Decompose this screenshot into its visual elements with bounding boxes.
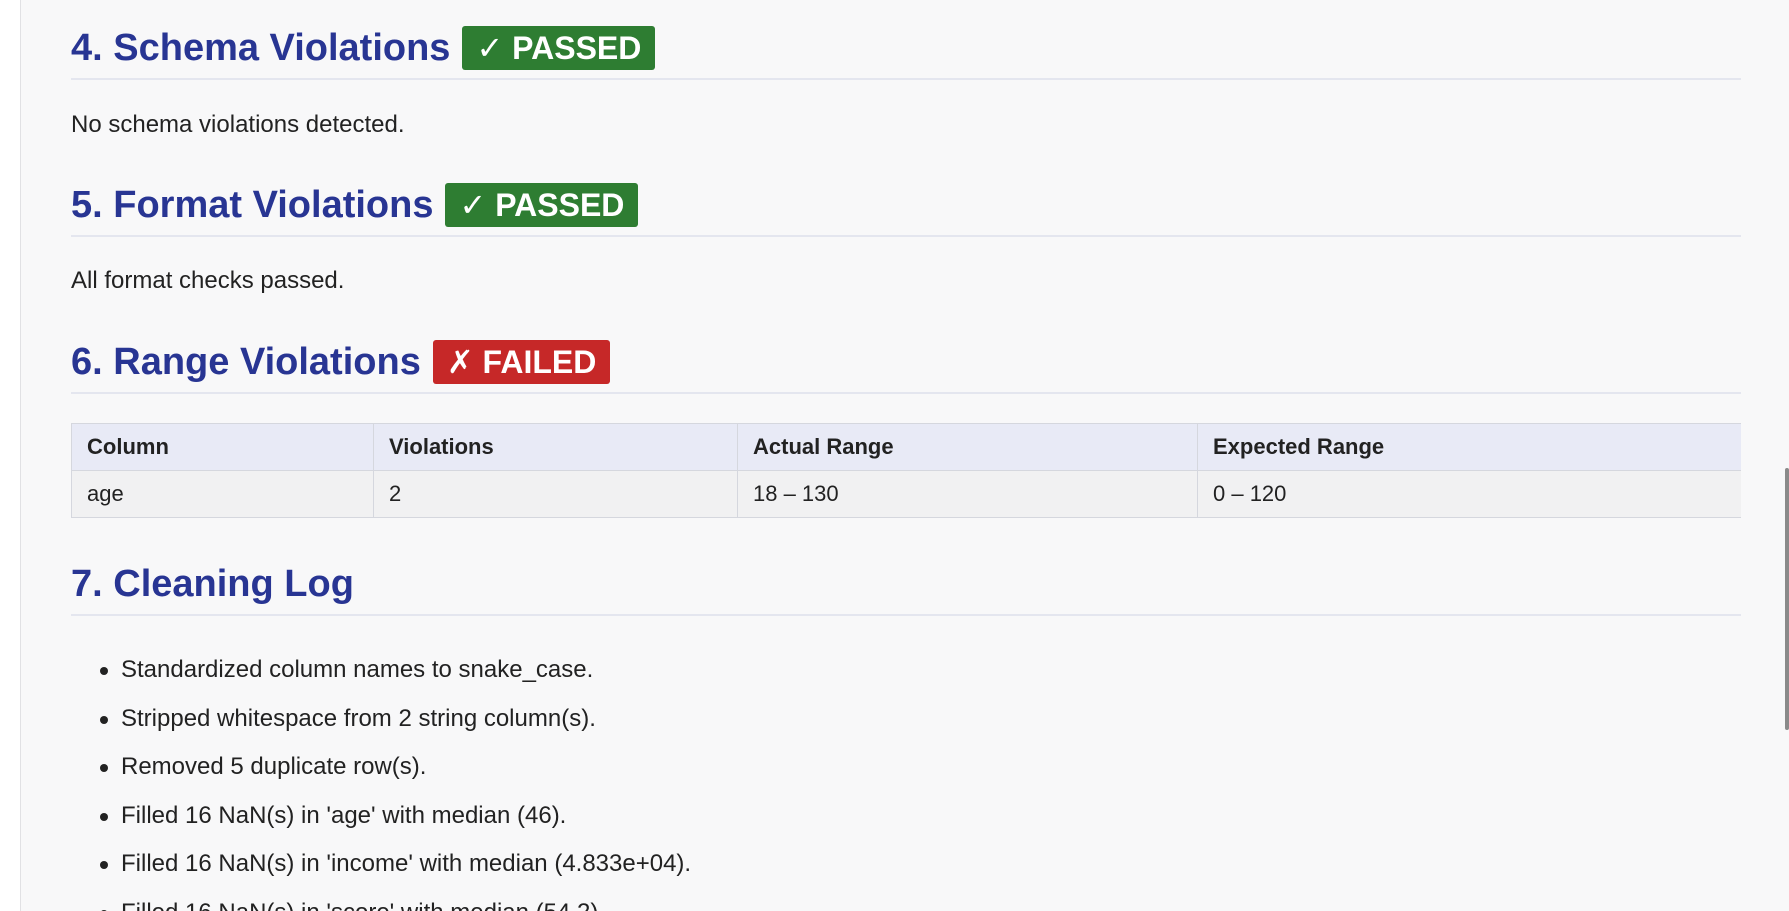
schema-violations-text: No schema violations detected. xyxy=(71,111,405,138)
table-header-row: Column Violations Actual Range Expected … xyxy=(71,423,1741,471)
page-left-border xyxy=(0,0,21,911)
vertical-scrollbar-thumb[interactable] xyxy=(1785,468,1789,730)
column-header-expected-range: Expected Range xyxy=(1197,423,1741,471)
cell-expected-range: 0 – 120 xyxy=(1197,470,1741,518)
cell-violations: 2 xyxy=(373,470,738,518)
list-item: Filled 16 NaN(s) in 'income' with median… xyxy=(100,849,1741,898)
range-violations-table: Column Violations Actual Range Expected … xyxy=(71,423,1741,518)
schema-section: 4. Schema Violations ✓ PASSED xyxy=(71,24,1741,80)
range-violations-heading: 6. Range Violations ✗ FAILED xyxy=(71,338,1741,394)
format-violations-text: All format checks passed. xyxy=(71,267,345,294)
column-header-violations: Violations xyxy=(373,423,738,471)
cleaning-log-title: 7. Cleaning Log xyxy=(71,563,354,605)
format-passed-badge: ✓ PASSED xyxy=(445,183,639,227)
cleaning-log-list: Standardized column names to snake_case.… xyxy=(71,655,1741,911)
list-item: Removed 5 duplicate row(s). xyxy=(100,752,1741,801)
range-failed-badge: ✗ FAILED xyxy=(432,340,611,384)
table-row: age 2 18 – 130 0 – 120 xyxy=(71,470,1741,518)
format-violations-heading: 5. Format Violations ✓ PASSED xyxy=(71,181,1741,237)
format-violations-title: 5. Format Violations xyxy=(71,184,434,226)
list-item: Standardized column names to snake_case. xyxy=(100,655,1741,704)
schema-violations-title: 4. Schema Violations xyxy=(71,27,451,69)
cleaning-section: 7. Cleaning Log xyxy=(71,560,1741,616)
column-header-actual-range: Actual Range xyxy=(737,423,1198,471)
column-header-column: Column xyxy=(71,423,374,471)
schema-passed-badge: ✓ PASSED xyxy=(462,26,656,70)
list-item: Filled 16 NaN(s) in 'age' with median (4… xyxy=(100,801,1741,850)
cell-actual-range: 18 – 130 xyxy=(737,470,1198,518)
range-violations-title: 6. Range Violations xyxy=(71,341,421,383)
report-content: 4. Schema Violations ✓ PASSED No schema … xyxy=(71,0,1741,911)
list-item: Stripped whitespace from 2 string column… xyxy=(100,704,1741,753)
schema-violations-heading: 4. Schema Violations ✓ PASSED xyxy=(71,24,1741,80)
format-section: 5. Format Violations ✓ PASSED xyxy=(71,181,1741,237)
cell-column: age xyxy=(71,470,374,518)
list-item: Filled 16 NaN(s) in 'score' with median … xyxy=(100,898,1741,911)
cleaning-log-heading: 7. Cleaning Log xyxy=(71,560,1741,616)
range-section: 6. Range Violations ✗ FAILED xyxy=(71,338,1741,394)
